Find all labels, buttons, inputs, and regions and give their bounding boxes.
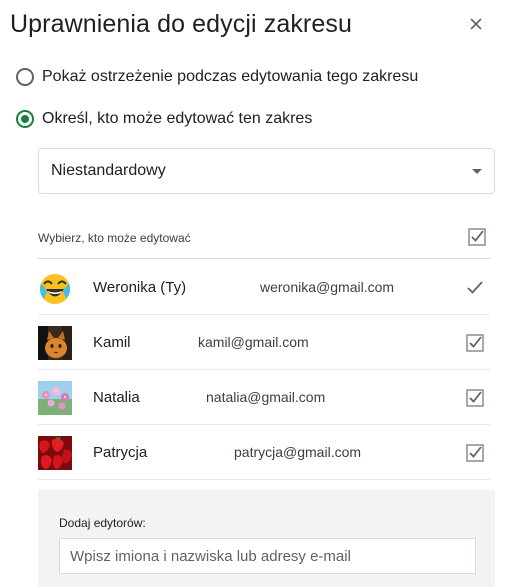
editor-name: Kamil [93,334,131,351]
close-button[interactable] [466,14,486,34]
checkbox-icon [466,389,484,407]
editor-email: patrycja@gmail.com [234,444,362,460]
editor-name: Natalia [93,389,140,406]
checkbox-icon [466,444,484,462]
caret-down-icon [472,169,482,174]
checkbox-icon [466,334,484,352]
dialog-title: Uprawnienia do edycji zakresu [10,10,352,38]
radio-option-restrict-editors[interactable]: Określ, kto może edytować ten zakres [16,110,312,128]
strawberries-photo-avatar [38,436,72,470]
select-value: Niestandardowy [51,162,166,179]
editor-checkbox[interactable] [464,332,486,354]
checkmark-icon [467,281,483,294]
editor-checkbox[interactable] [464,277,486,299]
editor-email: natalia@gmail.com [206,389,326,405]
editor-row: Patrycja patrycja@gmail.com [38,425,490,480]
editor-row: Natalia natalia@gmail.com [38,370,490,425]
editor-name: Weronika (Ty) [93,279,187,296]
checkbox-icon [468,228,486,246]
add-editors-input[interactable] [59,538,476,574]
add-editors-panel: Dodaj edytorów: [38,490,495,587]
editors-list-header: Wybierz, kto może edytować [38,221,490,259]
editor-email: kamil@gmail.com [198,334,309,350]
radio-option-show-warning[interactable]: Pokaż ostrzeżenie podczas edytowania teg… [16,68,418,86]
editor-type-select[interactable]: Niestandardowy [38,148,495,194]
editor-row: Kamil kamil@gmail.com [38,315,490,370]
editors-header-label: Wybierz, kto może edytować [38,231,191,245]
editor-row: Weronika (Ty) weronika@gmail.com [38,260,490,315]
editor-checkbox[interactable] [464,442,486,464]
range-permissions-dialog: Uprawnienia do edycji zakresu Pokaż ostr… [0,0,508,587]
radio-label-restrict-editors: Określ, kto może edytować ten zakres [42,110,313,127]
cat-photo-avatar [38,326,72,360]
radio-button-checked[interactable] [16,110,34,128]
editor-name: Patrycja [93,444,148,461]
close-icon [470,18,482,30]
add-editors-label: Dodaj edytorów: [59,516,146,530]
flowers-photo-avatar [38,381,72,415]
radio-button-unchecked[interactable] [16,68,34,86]
laughing-emoji-avatar [38,271,72,305]
select-all-checkbox[interactable] [466,226,488,248]
radio-label-show-warning: Pokaż ostrzeżenie podczas edytowania teg… [42,68,419,85]
editor-checkbox[interactable] [464,387,486,409]
editor-email: weronika@gmail.com [260,279,395,295]
